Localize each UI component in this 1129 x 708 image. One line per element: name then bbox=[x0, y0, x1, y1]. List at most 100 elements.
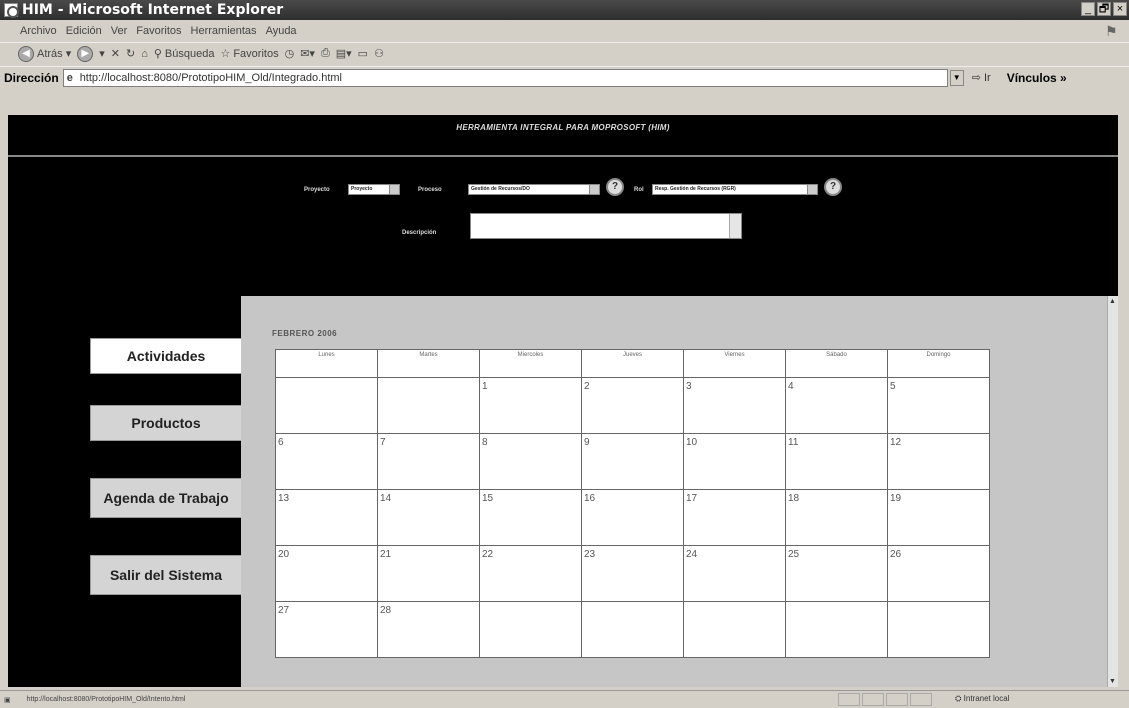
calendar-day-cell[interactable] bbox=[581, 601, 684, 658]
calendar-day-cell[interactable]: 19 bbox=[887, 489, 990, 546]
nav-actividades-button[interactable]: Actividades bbox=[90, 338, 242, 374]
calendar-day-cell[interactable]: 13 bbox=[275, 489, 378, 546]
address-bar: Dirección http://localhost:8080/Prototip… bbox=[0, 66, 1129, 88]
calendar-panel: FEBRERO 2006 Lunes Martes Miercoles Juev… bbox=[241, 296, 1118, 687]
menu-favoritos[interactable]: Favoritos bbox=[136, 25, 181, 37]
calendar-day-cell[interactable]: 7 bbox=[377, 433, 480, 490]
proyecto-value: Proyecto bbox=[351, 186, 373, 192]
calendar-day-cell[interactable]: 24 bbox=[683, 545, 786, 602]
textarea-scrollbar[interactable] bbox=[729, 214, 741, 238]
calendar-day-cell[interactable]: 27 bbox=[275, 601, 378, 658]
page-scrollbar[interactable] bbox=[1107, 296, 1118, 687]
address-label: Dirección bbox=[4, 70, 59, 85]
rol-label: Rol bbox=[634, 187, 644, 193]
calendar-day-cell[interactable]: 6 bbox=[275, 433, 378, 490]
address-dropdown[interactable]: ▼ bbox=[949, 69, 964, 86]
help-icon[interactable]: ? bbox=[824, 178, 842, 196]
calendar-header-row: Lunes Martes Miercoles Jueves Viernes Sá… bbox=[275, 349, 990, 378]
calendar-day-cell[interactable] bbox=[785, 601, 888, 658]
calendar-day-cell[interactable]: 11 bbox=[785, 433, 888, 490]
rol-select[interactable]: Resp. Gestión de Recursos (RGR) bbox=[652, 184, 818, 195]
divider bbox=[8, 155, 1118, 157]
links-button[interactable]: Vínculos » bbox=[1007, 71, 1067, 85]
page-icon: ▣ bbox=[4, 696, 11, 704]
descripcion-textarea[interactable] bbox=[470, 213, 742, 239]
status-pane bbox=[910, 693, 932, 706]
address-input[interactable]: http://localhost:8080/PrototipoHIM_Old/I… bbox=[62, 68, 948, 87]
calendar-day-cell[interactable]: 22 bbox=[479, 545, 582, 602]
proyecto-select[interactable]: Proyecto bbox=[348, 184, 400, 195]
page-content: HERRAMIENTA INTEGRAL PARA MOPROSOFT (HIM… bbox=[8, 115, 1118, 687]
calendar-day-cell[interactable] bbox=[479, 601, 582, 658]
calendar-day-cell[interactable]: 10 bbox=[683, 433, 786, 490]
calendar-day-cell[interactable] bbox=[683, 601, 786, 658]
status-bar: ▣ http://localhost:8080/PrototipoHIM_Old… bbox=[0, 690, 1129, 708]
star-icon: ☆ bbox=[220, 48, 231, 60]
home-icon[interactable]: ⌂ bbox=[141, 48, 148, 60]
print-icon[interactable]: ⎙ bbox=[321, 47, 330, 60]
day-header: Martes bbox=[377, 349, 480, 378]
menu-ayuda[interactable]: Ayuda bbox=[266, 25, 297, 37]
stop-icon[interactable]: ✕ bbox=[111, 47, 120, 60]
window-controls: _ 🗗 × bbox=[1081, 2, 1127, 16]
title-bar: HIM - Microsoft Internet Explorer _ 🗗 × bbox=[0, 0, 1129, 20]
favorites-label: Favoritos bbox=[233, 47, 279, 60]
close-button[interactable]: × bbox=[1113, 2, 1127, 16]
calendar-day-cell[interactable]: 9 bbox=[581, 433, 684, 490]
calendar-day-cell[interactable]: 23 bbox=[581, 545, 684, 602]
calendar-week-row: 1 2 3 4 5 bbox=[275, 377, 990, 434]
calendar-day-cell[interactable]: 4 bbox=[785, 377, 888, 434]
calendar-day-cell[interactable]: 17 bbox=[683, 489, 786, 546]
calendar-day-cell[interactable]: 12 bbox=[887, 433, 990, 490]
calendar-day-cell[interactable]: 14 bbox=[377, 489, 480, 546]
calendar-day-cell[interactable]: 25 bbox=[785, 545, 888, 602]
history-icon[interactable]: ◷ bbox=[285, 47, 295, 60]
calendar-day-cell[interactable]: 26 bbox=[887, 545, 990, 602]
edit-icon[interactable]: ▤▾ bbox=[336, 47, 352, 60]
calendar-day-cell[interactable] bbox=[377, 377, 480, 434]
calendar-day-cell[interactable]: 28 bbox=[377, 601, 480, 658]
descripcion-label: Descripción bbox=[402, 230, 437, 236]
status-text: http://localhost:8080/PrototipoHIM_Old/I… bbox=[26, 696, 186, 703]
forward-button[interactable]: ▶ bbox=[77, 45, 94, 62]
menu-herramientas[interactable]: Herramientas bbox=[191, 25, 257, 37]
messenger-icon[interactable]: ⚇ bbox=[374, 47, 384, 60]
favorites-button[interactable]: ☆ Favoritos bbox=[220, 47, 279, 61]
menu-edicion[interactable]: Edición bbox=[66, 25, 102, 37]
proceso-label: Proceso bbox=[418, 187, 442, 193]
calendar-day-cell[interactable]: 21 bbox=[377, 545, 480, 602]
menu-ver[interactable]: Ver bbox=[111, 25, 128, 37]
proceso-select[interactable]: Gestión de Recursos/DO bbox=[468, 184, 600, 195]
day-header: Sábado bbox=[785, 349, 888, 378]
nav-productos-button[interactable]: Productos bbox=[90, 405, 242, 441]
calendar-day-cell[interactable]: 5 bbox=[887, 377, 990, 434]
dropdown-icon[interactable]: ▾ bbox=[99, 47, 105, 60]
dropdown-icon[interactable]: ▾ bbox=[66, 47, 72, 60]
status-panes bbox=[838, 693, 932, 706]
calendar-day-cell[interactable]: 2 bbox=[581, 377, 684, 434]
calendar-day-cell[interactable]: 20 bbox=[275, 545, 378, 602]
nav-agenda-button[interactable]: Agenda de Trabajo bbox=[90, 478, 242, 518]
calendar-day-cell[interactable] bbox=[275, 377, 378, 434]
calendar-day-cell[interactable] bbox=[887, 601, 990, 658]
go-button[interactable]: ⇨ Ir bbox=[972, 71, 991, 84]
calendar-day-cell[interactable]: 8 bbox=[479, 433, 582, 490]
mail-icon[interactable]: ✉▾ bbox=[300, 47, 315, 60]
calendar-day-cell[interactable]: 3 bbox=[683, 377, 786, 434]
calendar-day-cell[interactable]: 18 bbox=[785, 489, 888, 546]
help-icon[interactable]: ? bbox=[606, 178, 624, 196]
calendar-day-cell[interactable]: 1 bbox=[479, 377, 582, 434]
day-header: Miercoles bbox=[479, 349, 582, 378]
maximize-button[interactable]: 🗗 bbox=[1097, 2, 1111, 16]
minimize-button[interactable]: _ bbox=[1081, 2, 1095, 16]
windows-logo-icon: ⚑ bbox=[1105, 23, 1118, 39]
menu-archivo[interactable]: Archivo bbox=[20, 25, 57, 37]
refresh-icon[interactable]: ↻ bbox=[126, 47, 135, 60]
calendar-week-row: 13 14 15 16 17 18 19 bbox=[275, 489, 990, 546]
nav-salir-button[interactable]: Salir del Sistema bbox=[90, 555, 242, 595]
discuss-icon[interactable]: ▭ bbox=[358, 47, 368, 60]
calendar-day-cell[interactable]: 15 bbox=[479, 489, 582, 546]
calendar-day-cell[interactable]: 16 bbox=[581, 489, 684, 546]
search-button[interactable]: ⚲ Búsqueda bbox=[154, 47, 215, 61]
back-button[interactable]: ◀ Atrás ▾ bbox=[18, 45, 72, 62]
